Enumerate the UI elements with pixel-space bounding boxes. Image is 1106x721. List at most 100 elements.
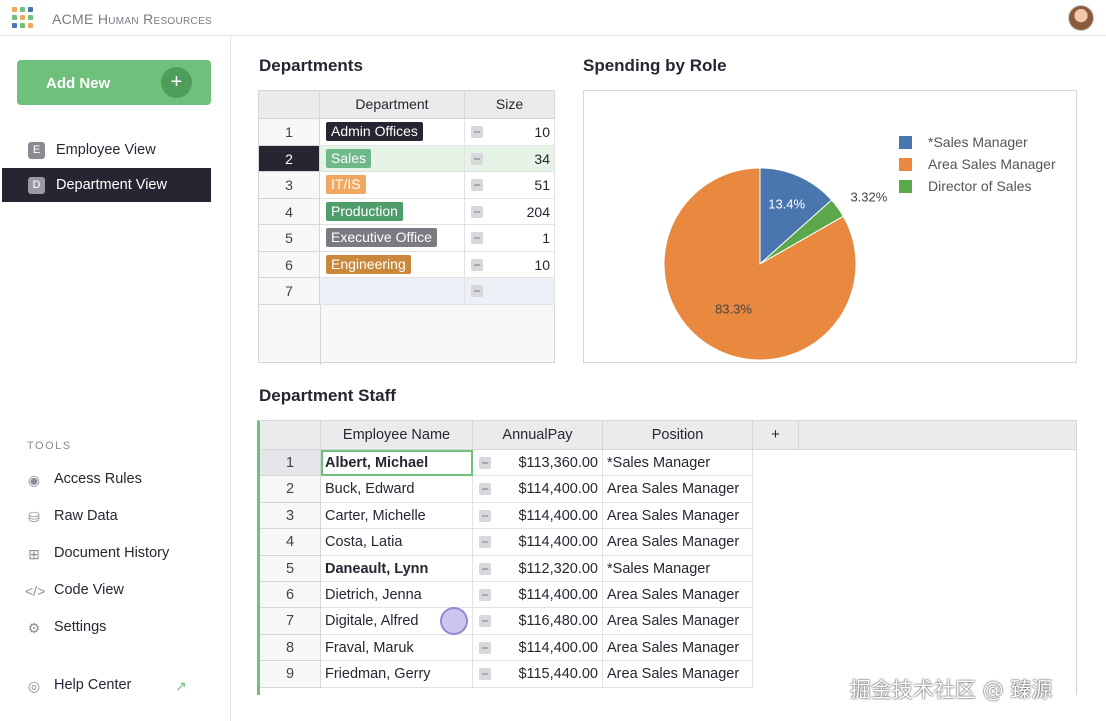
department-cell[interactable]: IT/IS	[320, 172, 465, 199]
size-cell[interactable]: 204	[465, 198, 555, 225]
external-link-icon[interactable]: ↗	[175, 678, 191, 694]
employee-name-cell[interactable]: Costa, Latia	[321, 529, 473, 556]
pie-chart: 13.4% 3.32% 83.3% *Sales Manager Area Sales …	[663, 134, 1056, 361]
department-cell[interactable]: Admin Offices	[320, 119, 465, 146]
user-avatar[interactable]	[1068, 5, 1094, 31]
employee-name-cell[interactable]: Dietrich, Jenna	[321, 582, 473, 609]
add-column-button[interactable]: +	[753, 421, 799, 450]
staff-title: Department Staff	[259, 386, 396, 405]
size-cell[interactable]: 34	[465, 145, 555, 172]
size-cell[interactable]: 10	[465, 251, 555, 278]
annual-pay-cell[interactable]: $114,400.00	[473, 529, 603, 556]
employee-name: Daneault, Lynn	[325, 560, 429, 577]
column-header-employee-name[interactable]: Employee Name	[321, 421, 473, 450]
column-header-position[interactable]: Position	[603, 421, 753, 450]
position-cell[interactable]: Area Sales Manager	[603, 529, 753, 556]
annual-pay-cell[interactable]: $116,480.00	[473, 608, 603, 635]
employee-name-cell[interactable]: Friedman, Gerry	[321, 661, 473, 688]
annual-pay-cell[interactable]: $114,400.00	[473, 582, 603, 609]
departments-title: Departments	[259, 56, 363, 75]
employee-name-cell[interactable]: Carter, Michelle	[321, 502, 473, 530]
size-cell[interactable]: 51	[465, 172, 555, 199]
department-cell[interactable]: Production	[320, 198, 465, 225]
employee-name-cell[interactable]: Albert, Michael	[321, 450, 473, 477]
column-header-size[interactable]: Size	[465, 91, 555, 119]
legend-entry[interactable]: *Sales Manager	[928, 134, 1028, 150]
reference-icon	[479, 615, 491, 628]
row-number[interactable]: 7	[260, 608, 321, 635]
corner-header	[260, 421, 321, 450]
size-cell[interactable]: 1	[465, 225, 555, 252]
legend-swatch	[899, 180, 912, 193]
position-value: *Sales Manager	[607, 455, 711, 471]
size-cell[interactable]	[465, 278, 555, 305]
annual-pay-cell[interactable]: $115,440.00	[473, 661, 603, 688]
position-value: *Sales Manager	[607, 560, 711, 577]
employee-name: Digitale, Alfred	[325, 613, 419, 630]
annual-pay-value: $114,400.00	[518, 587, 598, 603]
row-number[interactable]: 1	[259, 119, 320, 146]
reference-icon	[479, 641, 491, 654]
annual-pay-cell[interactable]: $114,400.00	[473, 476, 603, 503]
position-cell[interactable]: Area Sales Manager	[603, 661, 753, 688]
spending-title: Spending by Role	[583, 56, 727, 75]
annual-pay-cell[interactable]: $114,400.00	[473, 502, 603, 530]
department-cell[interactable]	[320, 278, 465, 305]
row-number[interactable]: 8	[260, 634, 321, 662]
position-cell[interactable]: Area Sales Manager	[603, 476, 753, 503]
nav-employee-view[interactable]: E Employee View	[2, 133, 211, 167]
row-number[interactable]: 4	[260, 529, 321, 556]
pie-data-label: 13.4%	[768, 196, 805, 211]
row-number[interactable]: 2	[259, 145, 320, 172]
size-value: 51	[534, 177, 550, 193]
tool-label: Document History	[54, 545, 170, 561]
row-number[interactable]: 5	[259, 225, 320, 252]
annual-pay-value: $113,360.00	[518, 455, 598, 471]
position-cell[interactable]: *Sales Manager	[603, 555, 753, 582]
add-new-button[interactable]: Add New +	[17, 60, 211, 105]
column-header-annual-pay[interactable]: AnnualPay	[473, 421, 603, 450]
legend-entry[interactable]: Area Sales Manager	[928, 156, 1056, 172]
pie-data-label: 3.32%	[850, 189, 887, 204]
row-number[interactable]: 6	[260, 582, 321, 609]
column-header-department[interactable]: Department	[320, 91, 465, 119]
reference-icon	[479, 668, 491, 681]
legend-entry[interactable]: Director of Sales	[928, 178, 1031, 194]
row-number[interactable]: 3	[259, 172, 320, 199]
size-cell[interactable]: 10	[465, 119, 555, 146]
position-cell[interactable]: Area Sales Manager	[603, 608, 753, 635]
position-value: Area Sales Manager	[607, 666, 740, 683]
row-number[interactable]: 2	[260, 476, 321, 503]
row-number[interactable]: 4	[259, 198, 320, 225]
nav-department-view[interactable]: D Department View	[2, 168, 211, 202]
reference-icon	[471, 205, 483, 218]
position-cell[interactable]: Area Sales Manager	[603, 582, 753, 609]
row-number[interactable]: 3	[260, 502, 321, 530]
position-cell[interactable]: Area Sales Manager	[603, 634, 753, 662]
employee-name-cell[interactable]: Buck, Edward	[321, 476, 473, 503]
row-number[interactable]: 9	[260, 661, 321, 688]
position-cell[interactable]: *Sales Manager	[603, 450, 753, 477]
employee-name: Buck, Edward	[325, 481, 415, 498]
annual-pay-cell[interactable]: $113,360.00	[473, 450, 603, 477]
database-icon: ⛁	[28, 509, 40, 525]
row-number[interactable]: 5	[260, 555, 321, 582]
department-cell[interactable]: Executive Office	[320, 225, 465, 252]
reference-icon	[479, 589, 491, 601]
row-number[interactable]: 6	[259, 251, 320, 278]
position-cell[interactable]: Area Sales Manager	[603, 502, 753, 530]
history-icon: ⊞	[28, 546, 40, 562]
employee-name: Carter, Michelle	[325, 507, 426, 524]
employee-name-cell[interactable]: Daneault, Lynn	[321, 555, 473, 582]
annual-pay-cell[interactable]: $114,400.00	[473, 634, 603, 662]
annual-pay-cell[interactable]: $112,320.00	[473, 555, 603, 582]
department-cell[interactable]: Sales	[320, 145, 465, 172]
row-number[interactable]: 7	[259, 278, 320, 305]
row-number[interactable]: 1	[260, 450, 321, 477]
department-cell[interactable]: Engineering	[320, 251, 465, 278]
size-value: 10	[534, 256, 550, 273]
spending-chart: 13.4% 3.32% 83.3% *Sales Manager Area Sales …	[583, 90, 1077, 363]
employee-name: Fraval, Maruk	[325, 639, 414, 656]
employee-name-cell[interactable]: Fraval, Maruk	[321, 634, 473, 662]
reference-icon	[479, 562, 491, 575]
